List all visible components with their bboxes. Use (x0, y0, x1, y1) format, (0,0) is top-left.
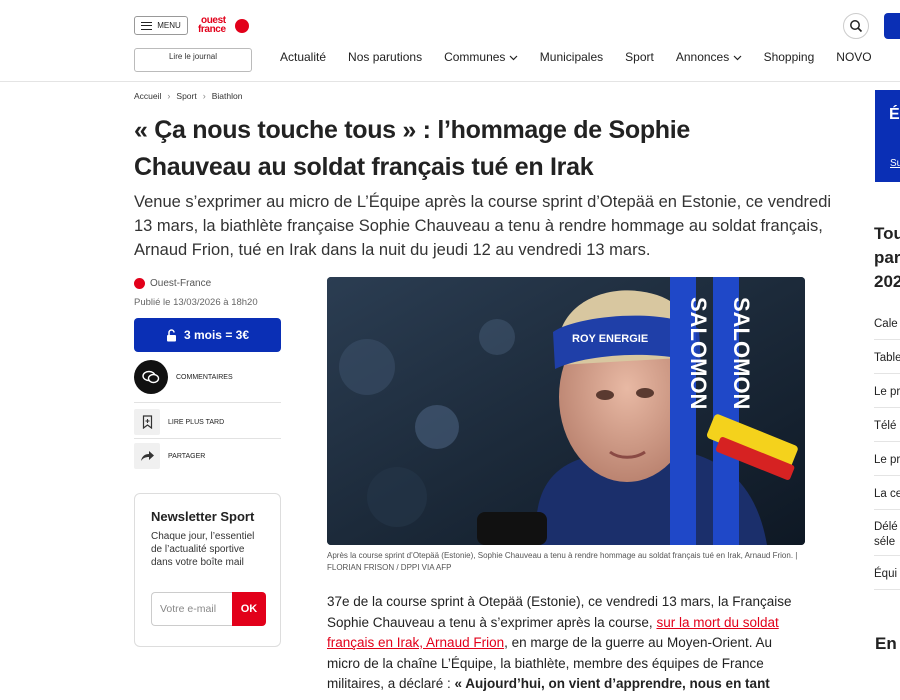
right-list-item[interactable]: Cale (874, 306, 900, 340)
right-link-list: Cale Table Le pr Télé Le pr La ce Délé sé… (874, 306, 900, 590)
nav-item-sport[interactable]: Sport (625, 50, 654, 64)
share-label: PARTAGER (168, 452, 206, 460)
nav-item-annonces[interactable]: Annonces (676, 50, 742, 64)
nav-item-communes-label: Communes (444, 50, 506, 64)
right-list-item[interactable]: Délé séle (874, 510, 900, 556)
body-quote: « Aujourd’hui, on vient d’apprendre, nou… (454, 676, 770, 691)
photo-caption: Après la course sprint d’Otepää (Estonie… (327, 551, 798, 572)
article-title: « Ça nous touche tous » : l’hommage de S… (134, 116, 691, 181)
hamburger-icon (141, 21, 153, 30)
promo-letter: É (889, 106, 900, 123)
logo-dot-icon (235, 19, 249, 33)
logo-text-france: france (198, 24, 226, 35)
menu-button[interactable]: MENU (134, 16, 188, 35)
nav-item-shopping[interactable]: Shopping (764, 50, 815, 64)
right-title-line: 202 (874, 272, 900, 291)
nav-item-communes[interactable]: Communes (444, 50, 518, 64)
search-button[interactable] (843, 13, 869, 39)
chevron-down-icon (509, 55, 518, 61)
unlock-icon (166, 328, 176, 341)
pole-brand-text: SALOMON (686, 297, 711, 409)
comments-icon (134, 360, 168, 394)
divider (134, 438, 281, 439)
right-list-item[interactable]: Le pr (874, 374, 900, 408)
comments-label: COMMENTAIRES (176, 373, 233, 381)
article-source: Ouest-France (134, 278, 211, 289)
source-name: Ouest-France (150, 278, 212, 289)
nav-item-parutions[interactable]: Nos parutions (348, 50, 422, 64)
right-list-item[interactable]: La ce (874, 476, 900, 510)
publish-date: Publié le 13/03/2026 à 18h20 (134, 297, 258, 308)
nav-items: Actualité Nos parutions Communes Municip… (280, 50, 894, 64)
nav-item-municipales[interactable]: Municipales (540, 50, 603, 64)
right-list-item-line: Délé (874, 521, 898, 533)
read-journal-button[interactable]: Lire le journal (134, 48, 252, 72)
share-button[interactable]: PARTAGER (134, 443, 281, 469)
subscribe-label: 3 mois = 3€ (183, 328, 250, 342)
ouest-france-logo[interactable]: ouest france (198, 15, 252, 37)
right-list-item[interactable]: Télé (874, 408, 900, 442)
breadcrumb-sport[interactable]: Sport (176, 91, 196, 101)
ouest-france-icon (134, 278, 145, 289)
menu-label: MENU (157, 21, 181, 30)
right-section-en: En (875, 634, 897, 653)
headband-text: ROY ENERGIE (572, 333, 648, 345)
article-body: 37e de la course sprint à Otepää (Estoni… (327, 592, 805, 695)
share-icon (134, 443, 160, 469)
breadcrumb-home[interactable]: Accueil (134, 91, 161, 101)
right-title-line: Tou (874, 224, 900, 243)
nav-item-actualite[interactable]: Actualité (280, 50, 326, 64)
newsletter-description: Chaque jour, l’essentiel de l’actualité … (151, 531, 255, 568)
biathlete-photo-illustration: ROY ENERGIE SALOMON SALOMON (327, 277, 805, 545)
bookmark-icon (134, 409, 160, 435)
promo-link[interactable]: Su (890, 158, 900, 169)
breadcrumb: Accueil › Sport › Biathlon (134, 91, 242, 101)
right-list-item[interactable]: Le pr (874, 442, 900, 476)
divider (134, 402, 281, 403)
chevron-down-icon (733, 55, 741, 61)
newsletter-email-input[interactable]: Votre e-mail (151, 592, 232, 626)
newsletter-submit-button[interactable]: OK (232, 592, 266, 626)
newsletter-form: Votre e-mail OK (151, 592, 266, 626)
right-section-title: Tou par 202 (874, 222, 900, 294)
breadcrumb-biathlon[interactable]: Biathlon (212, 91, 243, 101)
right-list-item[interactable]: Équi (874, 556, 900, 590)
search-icon (850, 20, 863, 33)
article-lead: Venue s’exprimer au micro de L’Équipe ap… (134, 193, 832, 259)
article-photo[interactable]: ROY ENERGIE SALOMON SALOMON (327, 277, 805, 545)
main-nav: Lire le journal Actualité Nos parutions … (0, 40, 900, 82)
newsletter-title: Newsletter Sport (151, 509, 255, 524)
read-later-label: LIRE PLUS TARD (168, 418, 225, 426)
pole-brand-text: SALOMON (729, 297, 754, 409)
nav-item-annonces-label: Annonces (675, 50, 730, 64)
right-promo-banner[interactable]: É Su (875, 90, 900, 182)
newsletter-box: Newsletter Sport Chaque jour, l’essentie… (134, 493, 281, 647)
right-list-item-line: séle (874, 536, 896, 548)
chevron-right-icon: › (167, 91, 171, 101)
nav-item-novo[interactable]: NOVO (836, 50, 871, 64)
chevron-right-icon: › (202, 91, 206, 101)
account-button[interactable] (884, 13, 900, 39)
right-title-line: par (874, 248, 900, 267)
comments-button[interactable]: COMMENTAIRES (134, 360, 281, 394)
subscribe-button[interactable]: 3 mois = 3€ (134, 318, 281, 352)
read-later-button[interactable]: LIRE PLUS TARD (134, 409, 281, 435)
right-list-item[interactable]: Table (874, 340, 900, 374)
